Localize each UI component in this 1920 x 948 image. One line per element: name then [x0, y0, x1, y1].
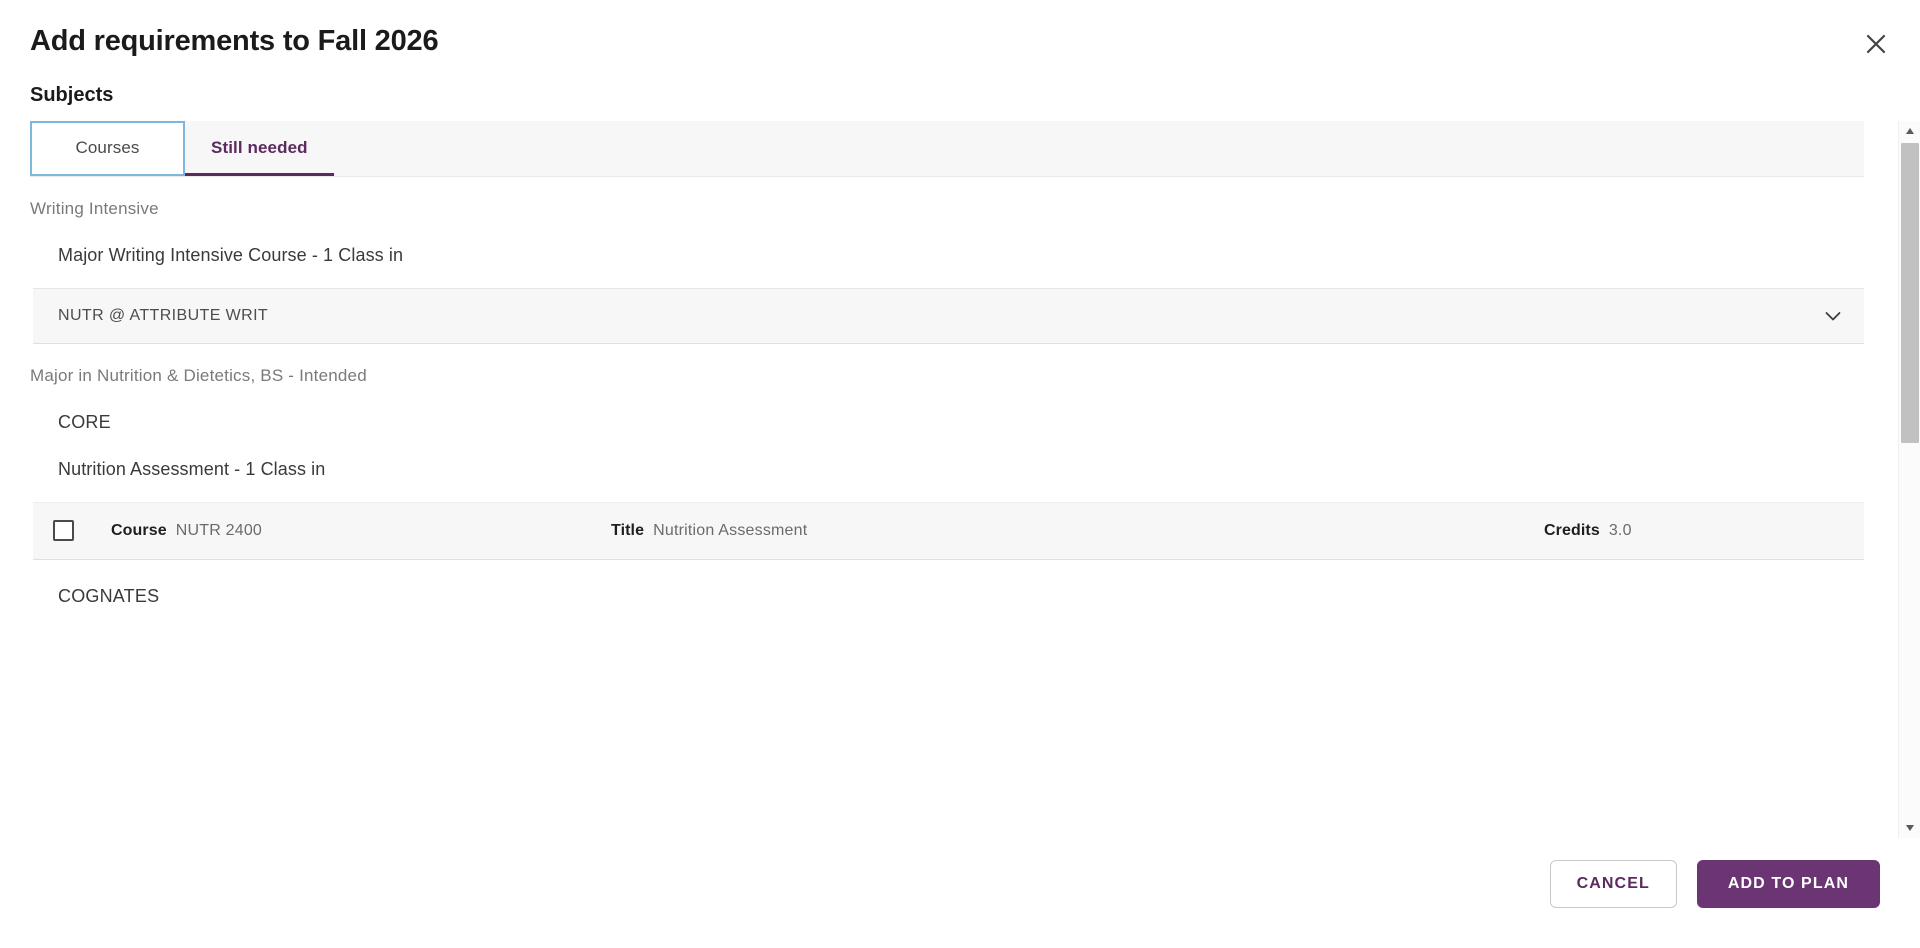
- requirement-title-writing-intensive: Major Writing Intensive Course - 1 Class…: [58, 244, 404, 265]
- group-label-core: CORE: [58, 411, 111, 432]
- chevron-down-icon[interactable]: [1820, 303, 1846, 329]
- course-select-checkbox[interactable]: [53, 520, 74, 542]
- table-row[interactable]: Course NUTR 2400 Title Nutrition Assessm…: [33, 501, 1864, 560]
- tab-still-needed[interactable]: Still needed: [185, 121, 334, 176]
- title-column-header: Title: [611, 521, 645, 539]
- cell-title: Title Nutrition Assessment: [611, 522, 1544, 540]
- scroll-down-arrow-icon[interactable]: [1899, 818, 1920, 838]
- close-button[interactable]: [1856, 24, 1896, 64]
- tab-bar: Courses Still needed: [30, 120, 1864, 177]
- cell-course: Course NUTR 2400: [111, 522, 611, 540]
- section-heading-writing-intensive: Writing Intensive: [30, 198, 159, 218]
- scrollbar-thumb[interactable]: [1901, 142, 1919, 443]
- page-title: Add requirements to Fall 2026: [30, 25, 439, 57]
- course-column-header: Course: [111, 521, 167, 539]
- course-title-value: Nutrition Assessment: [653, 521, 808, 539]
- section-heading-major: Major in Nutrition & Dietetics, BS - Int…: [30, 365, 367, 385]
- dialog-footer: CANCEL ADD TO PLAN: [0, 838, 1920, 948]
- cancel-button[interactable]: CANCEL: [1549, 860, 1677, 908]
- attribute-row-nutr-writ[interactable]: NUTR @ ATTRIBUTE WRIT: [33, 287, 1864, 344]
- tab-courses[interactable]: Courses: [30, 120, 185, 176]
- add-to-plan-button[interactable]: ADD TO PLAN: [1696, 860, 1880, 908]
- scroll-up-arrow-icon[interactable]: [1899, 120, 1920, 141]
- course-code-value: NUTR 2400: [175, 521, 263, 539]
- requirement-title-nutrition-assessment: Nutrition Assessment - 1 Class in: [58, 458, 326, 479]
- scroll-content: Courses Still needed Writing Intensive M…: [0, 120, 1894, 838]
- dialog-header: Add requirements to Fall 2026: [0, 0, 1920, 58]
- vertical-scrollbar[interactable]: [1898, 120, 1920, 838]
- subjects-label: Subjects: [30, 83, 114, 106]
- close-icon: [1863, 31, 1889, 57]
- dialog-body: Courses Still needed Writing Intensive M…: [0, 120, 1920, 838]
- attribute-row-label: NUTR @ ATTRIBUTE WRIT: [58, 306, 269, 324]
- credits-column-header: Credits: [1544, 521, 1600, 539]
- add-requirements-dialog: Add requirements to Fall 2026 Subjects C…: [0, 0, 1920, 948]
- group-label-cognates: COGNATES: [58, 585, 160, 606]
- course-credits-value: 3.0: [1608, 521, 1632, 539]
- cell-credits: Credits 3.0: [1544, 522, 1844, 540]
